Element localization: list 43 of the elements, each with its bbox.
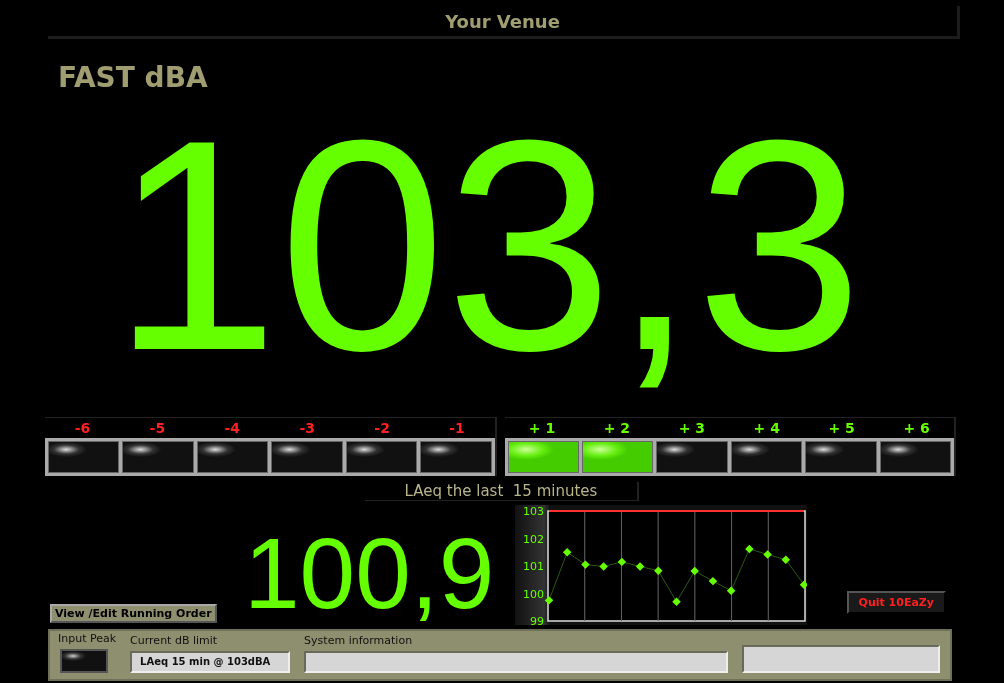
data-point [635,562,645,571]
data-point [617,557,627,567]
lamp-label: + 4 [753,420,780,436]
lamp-label: + 3 [678,420,705,436]
data-point [581,560,590,569]
data-point [799,580,807,589]
lamp-label: -4 [224,420,241,436]
axis-tick-label: 103 [523,505,544,518]
data-point [599,562,608,571]
venue-title-bar: Your Venue [48,6,960,39]
lamp-label: -5 [149,420,166,436]
data-point [654,566,663,575]
lamp-label: -6 [74,420,91,436]
data-point [562,548,572,557]
axis-tick-label: 99 [530,615,544,625]
lamp-label: + 1 [528,420,556,436]
data-point [690,566,699,576]
limit-field: LAeq 15 min @ 103dBA [130,651,291,673]
axis-tick-label: 100 [523,587,544,601]
data-point [763,550,772,559]
lamp-label: + 2 [603,420,631,436]
lamp-label: -1 [449,420,465,436]
axis-tick-label: 101 [523,560,544,573]
measurement-label: FAST dBA [58,61,208,95]
level-readout: 103,3 [112,95,863,395]
data-point [544,596,554,605]
field-label: Input Peak [58,632,117,645]
quit-button[interactable]: Quit 10EaZy [846,591,946,614]
field-label: System information [304,634,414,647]
data-point [781,555,791,564]
axis-tick-label: 102 [523,532,544,546]
lamp-label: + 5 [828,420,855,436]
data-point [726,586,736,595]
data-point [708,576,718,586]
running-order-button[interactable]: View /Edit Running Order [50,604,217,623]
laeq-title: LAeq the last 15 minutes [364,482,640,501]
data-point [672,597,681,606]
data-point [745,544,754,554]
lamp-label: -2 [374,420,390,436]
laeq-readout: 100,9 [244,523,495,623]
lamp-label: + 6 [903,420,930,436]
field-label: Current dB limit [130,634,219,647]
lamp-label: -3 [299,420,315,436]
